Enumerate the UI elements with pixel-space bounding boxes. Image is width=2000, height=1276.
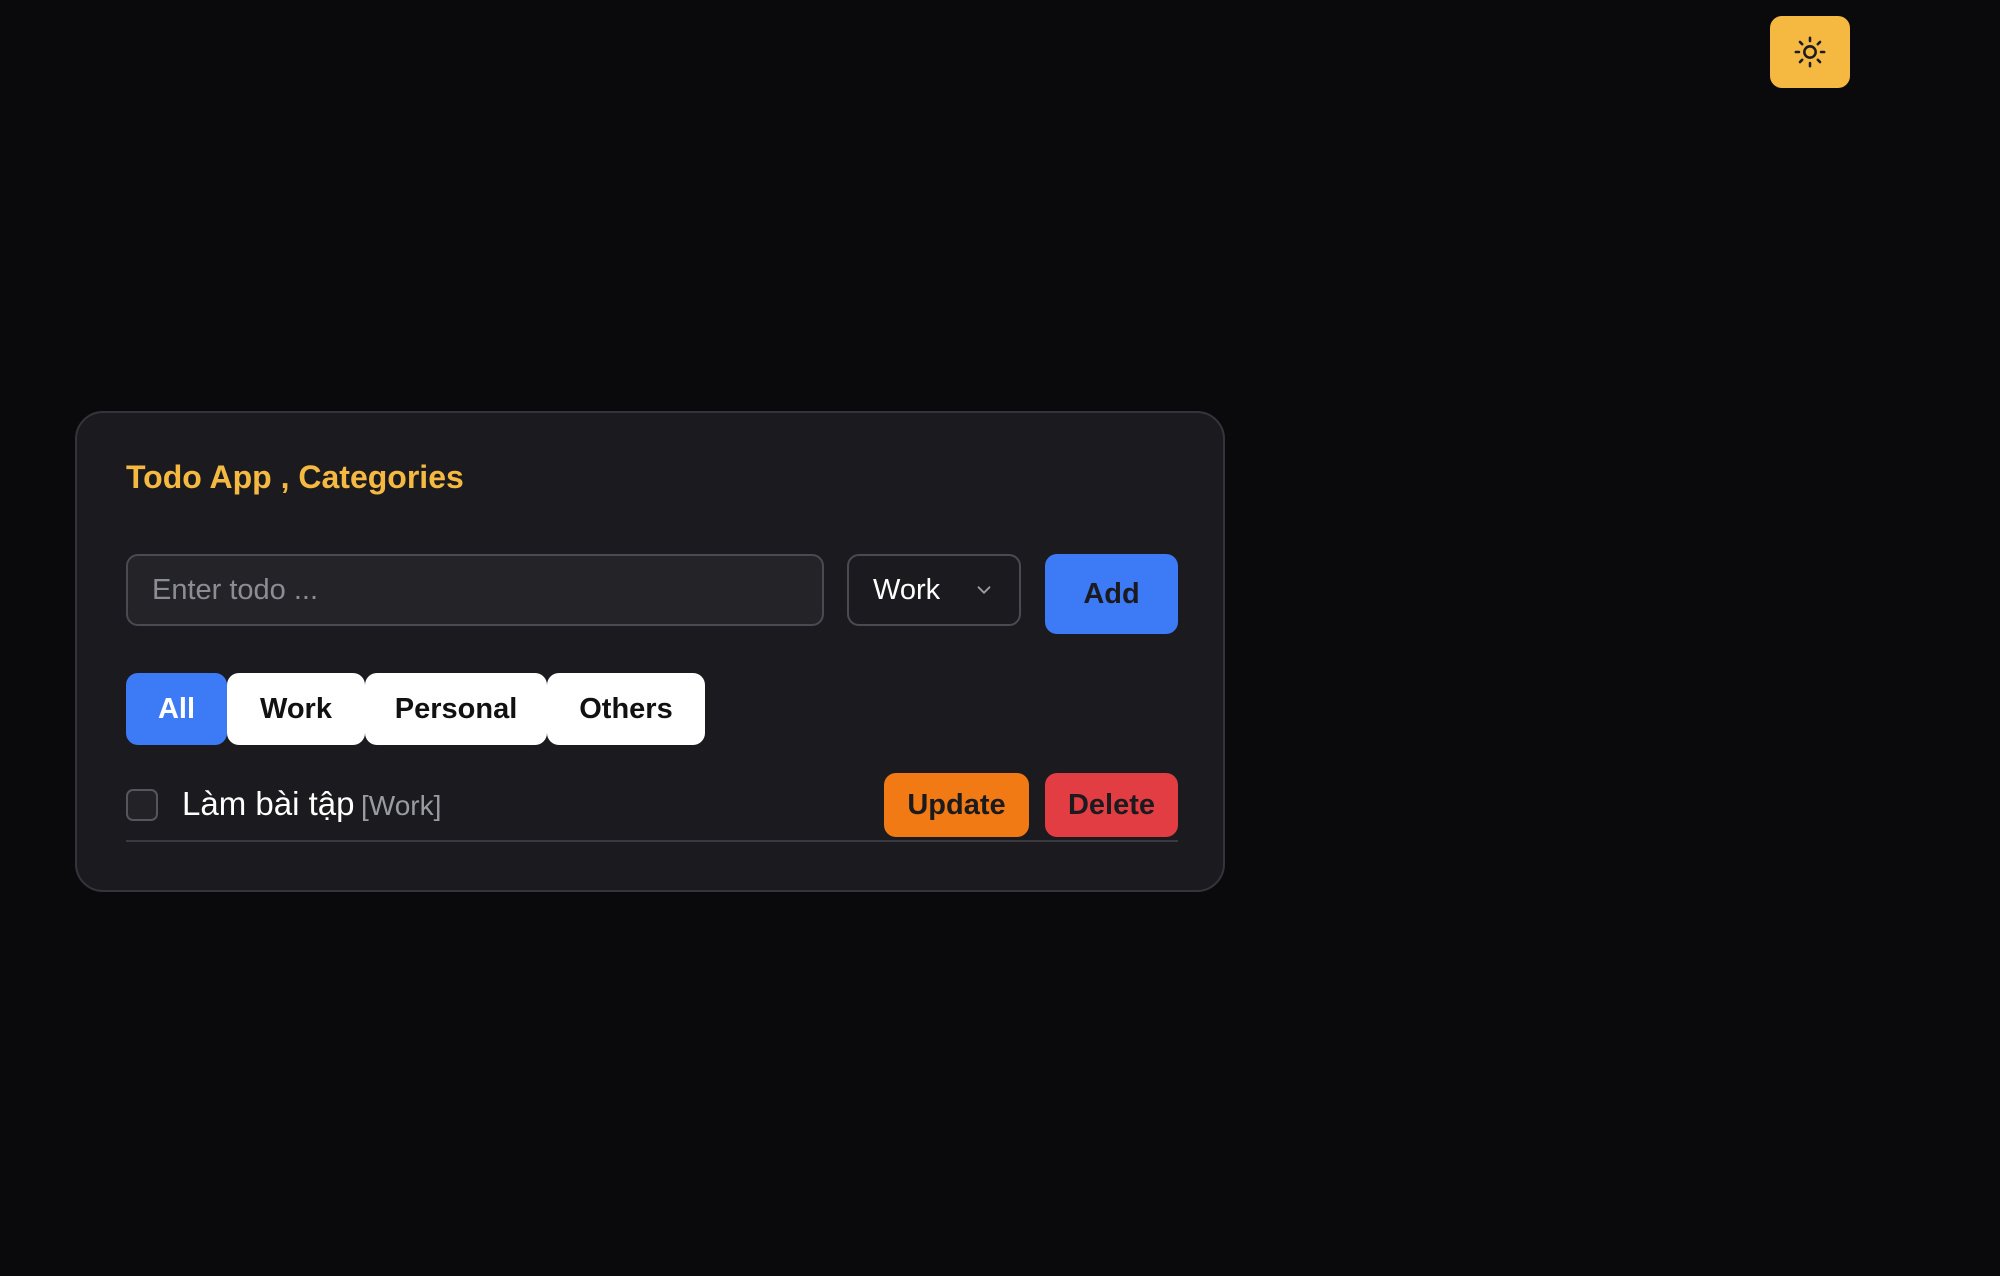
filter-tab-personal[interactable]: Personal	[365, 673, 547, 745]
category-select[interactable]: Work	[847, 554, 1021, 626]
page: { "theme": { "page_background": "#0a0a0c…	[0, 0, 2000, 1276]
category-select-value: Work	[873, 573, 941, 606]
todo-checkbox[interactable]	[126, 789, 158, 821]
todo-category-label: [Work]	[361, 790, 442, 821]
sun-icon	[1794, 36, 1826, 68]
chevron-down-icon	[977, 586, 991, 594]
delete-button[interactable]: Delete	[1045, 773, 1178, 837]
filter-tab-others[interactable]: Others	[547, 673, 705, 745]
todo-input[interactable]	[126, 554, 824, 626]
filter-tab-work[interactable]: Work	[227, 673, 365, 745]
todo-text: Làm bài tập	[182, 785, 355, 822]
filter-tabs: All Work Personal Others	[126, 673, 705, 745]
theme-toggle-button[interactable]	[1770, 16, 1850, 88]
app-title: Todo App , Categories	[126, 459, 464, 495]
todo-item: Làm bài tập [Work] Update Delete	[126, 762, 1178, 842]
add-button[interactable]: Add	[1045, 554, 1178, 634]
filter-tab-all[interactable]: All	[126, 673, 227, 745]
todo-card: Todo App , Categories Work Add All Work …	[75, 411, 1225, 892]
update-button[interactable]: Update	[884, 773, 1029, 837]
